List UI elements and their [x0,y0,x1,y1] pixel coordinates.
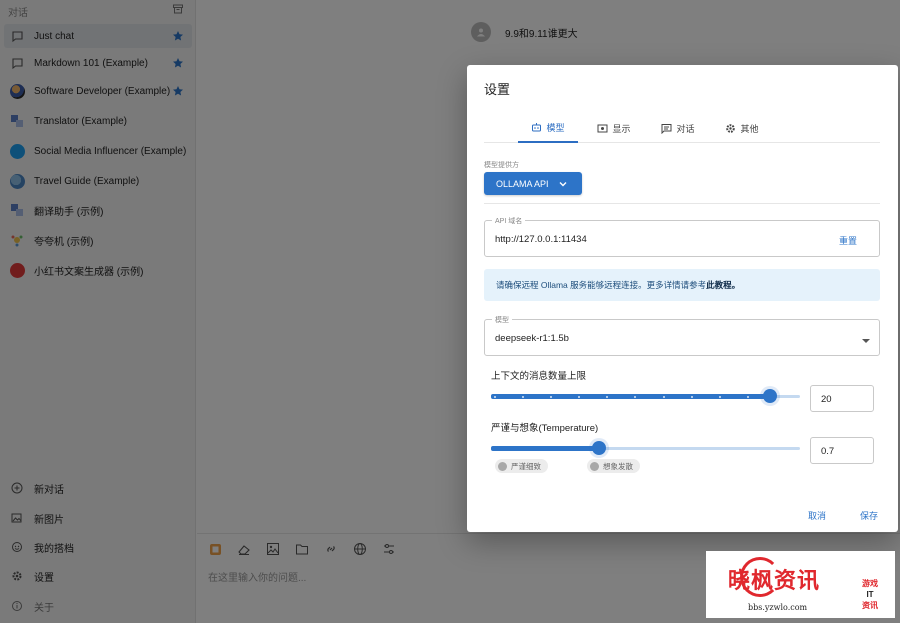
chat-lines-icon [661,123,672,134]
save-button[interactable]: 保存 [860,509,878,522]
provider-select-button[interactable]: OLLAMA API [484,172,582,195]
strict-icon [498,461,507,471]
gear-icon [725,123,736,134]
slider-mark [522,396,524,398]
slider-thumb[interactable] [763,389,777,403]
imaginative-chip: 想象发散 [587,459,640,473]
watermark-side-line3: 资讯 [862,601,878,610]
tab-model-label: 模型 [546,122,565,133]
tutorial-link[interactable]: 此教程。 [706,279,740,291]
dropdown-arrow-icon [862,336,870,343]
tab-model[interactable]: 模型 [518,113,578,143]
slider-thumb[interactable] [592,441,606,455]
divider [484,203,880,204]
watermark: 晓枫资讯 bbs.yzwlo.com 游戏 IT 资讯 [706,551,895,618]
strict-chip: 严谨细致 [495,459,548,473]
slider-mark [663,396,665,398]
dialog-title: 设置 [484,82,511,97]
model-label: 模型 [492,315,512,325]
model-select[interactable]: 模型 deepseek-r1:1.5b [484,315,880,356]
model-value: deepseek-r1:1.5b [495,333,569,344]
imaginative-chip-label: 想象发散 [603,461,633,471]
tab-chat[interactable]: 对话 [654,113,702,143]
tab-chat-label: 对话 [676,123,695,134]
cancel-button[interactable]: 取消 [808,509,826,522]
watermark-side-line1: 游戏 [862,579,878,588]
info-text: 请确保远程 Ollama 服务能够远程连接。更多详情请参考 [496,280,707,290]
slider-mark [494,396,496,398]
tab-display[interactable]: 显示 [590,113,638,143]
tab-other-label: 其他 [740,123,759,134]
display-icon [597,123,608,134]
slider-mark [550,396,552,398]
api-host-label: API 域名 [492,216,526,226]
slider-mark [634,396,636,398]
reset-button[interactable]: 重置 [839,234,857,247]
robot-icon [531,122,542,133]
temperature-value: 0.7 [821,446,835,457]
context-limit-label: 上下文的消息数量上限 [491,371,587,382]
slider-mark [578,396,580,398]
slider-mark [747,396,749,398]
provider-value: OLLAMA API [496,178,549,189]
context-limit-slider[interactable] [491,389,800,403]
context-limit-value: 20 [821,394,832,405]
tab-display-label: 显示 [612,123,631,134]
settings-tabs: 模型 显示 对话 其他 [484,113,880,143]
slider-mark [606,396,608,398]
temperature-input[interactable]: 0.7 [810,437,874,464]
context-limit-input[interactable]: 20 [810,385,874,412]
info-alert: 请确保远程 Ollama 服务能够远程连接。更多详情请参考 此教程。 [484,269,880,301]
api-host-field[interactable]: API 域名 http://127.0.0.1:11434 重置 [484,216,880,257]
chevron-down-icon [558,179,568,189]
temperature-slider[interactable] [491,441,800,455]
watermark-brand: 晓枫资讯 [728,568,821,594]
slider-track [491,446,599,451]
slider-mark [719,396,721,398]
strict-chip-label: 严谨细致 [511,461,541,471]
imaginative-icon [590,461,599,471]
slider-track [491,394,770,399]
settings-dialog: 设置 模型 显示 对话 其他 模型提供方 OLLAMA API API 域名 h… [467,65,898,532]
slider-mark [691,396,693,398]
tab-other[interactable]: 其他 [718,113,766,143]
provider-caption: 模型提供方 [484,162,519,169]
watermark-side-line2: IT [866,590,874,599]
watermark-side-text: 游戏 IT 资讯 [857,578,883,611]
watermark-url: bbs.yzwlo.com [748,603,808,612]
temperature-label: 严谨与想象(Temperature) [491,423,599,434]
api-host-value: http://127.0.0.1:11434 [495,234,587,245]
